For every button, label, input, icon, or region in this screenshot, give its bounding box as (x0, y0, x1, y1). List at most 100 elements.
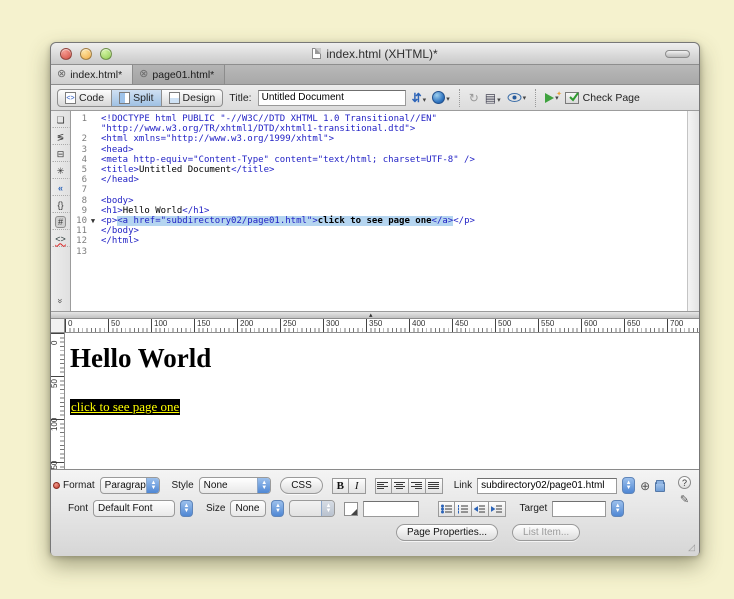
code-line[interactable]: 8 <body> (71, 196, 687, 206)
indent-button[interactable] (489, 500, 507, 517)
format-select[interactable]: Paragraph ▲▼ (99, 477, 161, 494)
code-line[interactable]: "http://www.w3.org/TR/xhtml1/DTD/xhtml1-… (71, 124, 687, 134)
gutter-space (87, 247, 99, 257)
code-line[interactable]: 11 </body> (71, 226, 687, 236)
document-title-input[interactable] (257, 89, 406, 106)
code-line[interactable]: 6 </head> (71, 175, 687, 185)
split-view-divider[interactable]: ▴ (51, 311, 699, 319)
collapse-marker-icon[interactable]: ▼ (87, 216, 99, 226)
open-documents-icon[interactable]: ❏ (51, 113, 70, 128)
unordered-list-button[interactable] (438, 500, 456, 517)
bold-button[interactable]: B (331, 477, 349, 494)
code-line[interactable]: 12 </html> (71, 236, 687, 246)
help-icon[interactable]: ? (678, 476, 691, 489)
code-lines[interactable]: 1 <!DOCTYPE html PUBLIC "-//W3C//DTD XHTM… (71, 111, 687, 311)
gutter-space (87, 206, 99, 216)
design-selected-link[interactable]: click to see page one (70, 399, 181, 415)
line-number: 12 (76, 236, 87, 247)
align-center-button[interactable] (391, 477, 409, 494)
panel-indicator-dot[interactable] (53, 482, 60, 489)
close-tab-icon[interactable]: ⊗ (57, 69, 66, 80)
target-input[interactable] (552, 500, 607, 517)
browse-folder-icon[interactable] (655, 479, 665, 492)
size-select[interactable]: None (230, 500, 267, 517)
target-stepper[interactable]: ▲ ▼ (611, 500, 625, 517)
design-pane: 0 50 100 150 200 250 300 350 400 450 500 550 600 650 7… (51, 319, 699, 469)
design-heading[interactable]: Hello World (70, 343, 699, 374)
link-label: Link (453, 480, 473, 491)
coding-toolbar: ❏ ≶ ⊟ ✳ « {} # <> » (51, 111, 71, 311)
font-stepper[interactable]: ▲ ▼ (180, 500, 194, 517)
document-icon (312, 48, 322, 59)
size-label: Size (206, 503, 226, 514)
highlight-invalid-code-icon[interactable]: <> (51, 232, 70, 247)
point-to-file-icon[interactable]: ⊕ (640, 480, 650, 492)
tab-page01-html[interactable]: ⊗ page01.html* (133, 65, 226, 84)
code-line[interactable]: 10 ▼ <p><a href="subdirectory02/page01.htm… (71, 216, 687, 227)
code-line[interactable]: 13 (71, 247, 687, 257)
view-mode-switcher: <> Code Split Design (57, 88, 224, 107)
align-left-button[interactable] (374, 477, 392, 494)
h-ruler-tick: 300 (323, 319, 366, 332)
check-page-button[interactable]: Check Page (564, 91, 640, 104)
more-options-icon[interactable]: » (52, 294, 70, 309)
ordered-list-button[interactable] (455, 500, 473, 517)
outdent-button[interactable] (472, 500, 490, 517)
line-number: 5 (81, 165, 87, 176)
code-text: <p><a href="subdirectory02/page01.html">… (101, 216, 475, 227)
text-color-swatch[interactable] (344, 501, 359, 516)
code-line[interactable]: 4 <meta http-equiv="Content-Type" content… (71, 155, 687, 165)
toolbar-toggle-button[interactable] (665, 50, 690, 58)
file-management-button[interactable]: ⇵ ▾ (412, 91, 427, 105)
code-line[interactable]: 9 <h1>Hello World</h1> (71, 206, 687, 216)
code-navigator-button[interactable]: ✦ ▾ (545, 91, 562, 103)
link-history-stepper[interactable]: ▲ ▼ (622, 477, 636, 494)
size-stepper[interactable]: ▲ ▼ (271, 500, 285, 517)
splitter-handle-icon[interactable]: ▴ (369, 312, 373, 319)
split-view-button[interactable]: Split (112, 88, 162, 107)
balance-braces-icon[interactable]: {} (51, 198, 70, 213)
code-line[interactable]: 5 <title>Untitled Document</title> (71, 165, 687, 175)
css-button[interactable]: CSS (280, 477, 323, 494)
tab-index-html[interactable]: ⊗ index.html* (51, 65, 134, 84)
italic-button[interactable]: I (348, 477, 366, 494)
design-canvas[interactable]: Hello World click to see page one (65, 333, 699, 469)
code-view-button[interactable]: <> Code (57, 88, 113, 107)
resize-grip-icon[interactable]: ◿ (688, 543, 695, 552)
toolbar-separator (535, 88, 537, 107)
close-tab-icon[interactable]: ⊗ (139, 69, 148, 80)
code-line[interactable]: 1 <!DOCTYPE html PUBLIC "-//W3C//DTD XHTM… (71, 114, 687, 124)
align-right-button[interactable] (408, 477, 426, 494)
text-color-input[interactable] (363, 500, 420, 517)
page-properties-button[interactable]: Page Properties... (396, 524, 499, 541)
font-select[interactable]: Default Font (93, 500, 176, 517)
style-select[interactable]: None ▲ ▼ (198, 477, 272, 494)
gutter-space (87, 124, 99, 134)
view-options-button[interactable]: ▤ ▾ (485, 91, 501, 105)
visual-aids-button[interactable]: ▾ (507, 92, 526, 103)
select-parent-tag-icon[interactable]: « (51, 181, 70, 196)
code-scrollbar[interactable] (687, 111, 699, 311)
code-line[interactable]: 7 (71, 185, 687, 195)
dreamweaver-window: index.html (XHTML)* ⊗ index.html* ⊗ page… (50, 42, 700, 556)
code-line[interactable]: 2 <html xmlns="http://www.w3.org/1999/xht… (71, 134, 687, 144)
titlebar[interactable]: index.html (XHTML)* (51, 43, 699, 65)
preview-in-browser-button[interactable]: ▾ (432, 91, 450, 104)
code-line[interactable]: 3 <head> (71, 145, 687, 155)
code-text: <h1>Hello World</h1> (101, 205, 210, 216)
align-justify-button[interactable] (425, 477, 443, 494)
design-view-button[interactable]: Design (161, 88, 224, 107)
link-input[interactable] (477, 477, 618, 494)
line-number: 10 (76, 216, 87, 227)
line-numbers-icon[interactable]: # (51, 215, 70, 230)
expand-all-icon[interactable]: ✳ (51, 164, 70, 179)
collapse-full-tag-icon[interactable]: ≶ (51, 130, 70, 145)
code-text: <!DOCTYPE html PUBLIC "-//W3C//DTD XHTML… (101, 114, 437, 124)
h-ruler-tick: 450 (452, 319, 495, 332)
tab-label: page01.html* (152, 68, 215, 81)
quick-tag-editor-icon[interactable]: ✎ (680, 493, 689, 506)
view-options-icon: ▤ (484, 90, 497, 105)
refresh-button[interactable]: ↻ (469, 91, 479, 105)
collapse-selection-icon[interactable]: ⊟ (51, 147, 70, 162)
outdent-icon (474, 505, 486, 512)
